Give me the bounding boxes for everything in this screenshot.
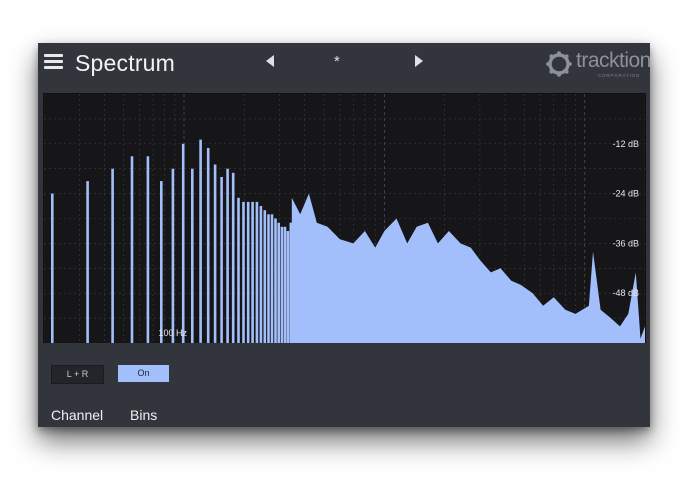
db-tick-label: -48 dB: [612, 288, 639, 298]
spectrum-bin: [280, 226, 284, 343]
spectrum-bin: [51, 193, 54, 343]
spectrum-bin: [251, 201, 254, 343]
spectrum-bin: [86, 181, 89, 343]
spectrum-bin: [274, 218, 277, 343]
tracktion-logo: tracktion CORPORATION: [546, 49, 650, 79]
spectrum-bin: [263, 210, 267, 343]
frequency-tick-label: 100 Hz: [158, 328, 187, 338]
plugin-title: Spectrum: [75, 50, 176, 76]
spectrum-bin: [111, 168, 114, 343]
bins-toggle[interactable]: On: [118, 365, 169, 382]
chevron-left-icon[interactable]: [266, 55, 274, 67]
brand-name: tracktion: [576, 49, 650, 72]
menu-icon[interactable]: [44, 54, 63, 70]
spectrum-display: -12 dB -24 dB -36 dB -48 dB 100 Hz: [43, 93, 646, 344]
channel-button[interactable]: L + R: [51, 365, 104, 384]
db-tick-label: -36 dB: [612, 238, 639, 248]
db-tick-label: -24 dB: [612, 189, 639, 199]
spectrum-bin: [206, 148, 210, 343]
spectrum-bin: [171, 168, 175, 343]
tracktion-logo-icon: [546, 51, 572, 77]
spectrum-bin: [146, 156, 150, 343]
spectrum-bin: [242, 201, 245, 343]
spectrum-area: [291, 193, 645, 343]
spectrum-bin: [226, 168, 229, 343]
spectrum-bin: [181, 143, 185, 343]
brand-tagline: CORPORATION: [598, 73, 640, 78]
spectrum-bin: [270, 214, 274, 343]
spectrum-bin: [237, 197, 240, 343]
spectrum-plugin-window: Spectrum * tracktion CORPORATION -12 dB -…: [38, 43, 650, 427]
db-tick-label: -12 dB: [612, 139, 639, 149]
spectrum-bin: [199, 139, 202, 343]
controls-panel: L + R On Channel Bins: [38, 343, 650, 427]
header-bar: Spectrum * tracktion CORPORATION: [38, 43, 650, 85]
preset-name[interactable]: *: [334, 53, 340, 70]
spectrum-bin: [286, 231, 290, 343]
spectrum-bin: [160, 181, 163, 343]
spectrum-bin: [255, 201, 259, 343]
channel-label: Channel: [51, 407, 104, 423]
spectrum-bin: [191, 168, 194, 343]
spectrum-bin: [283, 226, 287, 343]
spectrum-bin: [267, 214, 270, 343]
spectrum-bin: [246, 201, 250, 343]
spectrum-chart: -12 dB -24 dB -36 dB -48 dB 100 Hz: [44, 94, 645, 343]
spectrum-bin: [277, 222, 280, 343]
spectrum-bin: [289, 222, 293, 343]
chevron-right-icon[interactable]: [415, 55, 423, 67]
spectrum-bin: [130, 156, 134, 343]
bins-label: Bins: [130, 407, 158, 423]
spectrum-bin: [259, 206, 263, 343]
spectrum-bin: [220, 177, 223, 343]
spectrum-bin: [231, 172, 235, 343]
spectrum-bin: [213, 164, 217, 343]
